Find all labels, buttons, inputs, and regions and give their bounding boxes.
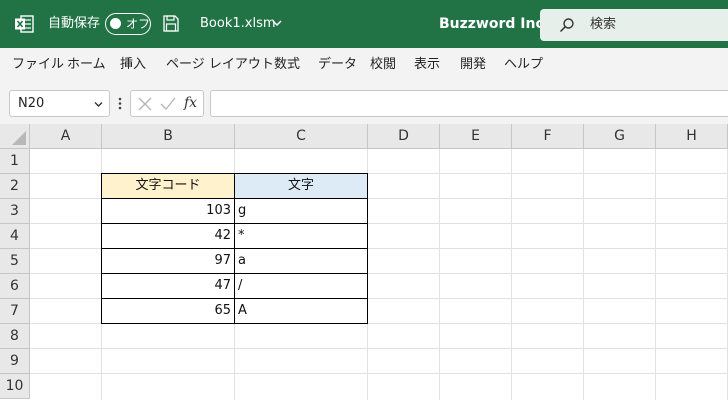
formula-buttons: fx xyxy=(130,90,204,117)
gridline xyxy=(583,149,584,400)
search-placeholder: 検索 xyxy=(590,17,617,32)
cell-c6[interactable]: / xyxy=(234,274,368,299)
autosave-toggle[interactable]: オフ xyxy=(105,13,151,35)
menu-home[interactable]: ホーム xyxy=(67,57,106,73)
cell-c5[interactable]: a xyxy=(234,249,368,274)
select-all-icon xyxy=(12,131,26,145)
column-header-e[interactable]: E xyxy=(440,124,512,149)
excel-icon[interactable] xyxy=(14,15,34,33)
menu-view[interactable]: 表示 xyxy=(414,57,440,73)
row-header-4[interactable]: 4 xyxy=(0,224,30,249)
cell-b5[interactable]: 97 xyxy=(101,249,235,274)
cell-b4[interactable]: 42 xyxy=(101,224,235,249)
name-box[interactable]: N20 xyxy=(9,90,110,117)
gridline xyxy=(511,149,512,400)
menu-data[interactable]: データ xyxy=(318,57,357,73)
formula-bar: N20 fx xyxy=(0,82,728,124)
column-header-h[interactable]: H xyxy=(656,124,728,149)
column-header-f[interactable]: F xyxy=(512,124,584,149)
menu-developer[interactable]: 開発 xyxy=(460,57,486,73)
search-icon xyxy=(559,18,574,33)
row-header-3[interactable]: 3 xyxy=(0,199,30,224)
column-header-c[interactable]: C xyxy=(235,124,368,149)
header-char[interactable]: 文字 xyxy=(234,173,368,199)
column-header-b[interactable]: B xyxy=(102,124,235,149)
chevron-down-icon[interactable] xyxy=(272,19,282,27)
menu-formulas[interactable]: 数式 xyxy=(274,57,300,73)
row-header-2[interactable]: 2 xyxy=(0,174,30,199)
search-box[interactable]: 検索 xyxy=(540,9,728,41)
toggle-knob xyxy=(110,18,121,29)
column-header-g[interactable]: G xyxy=(584,124,656,149)
insert-function-button[interactable]: fx xyxy=(184,93,197,113)
check-icon[interactable] xyxy=(160,97,176,111)
title-bar: 自動保存 オフ Book1.xlsm Buzzword Inc. 検索 xyxy=(0,0,728,48)
select-all-button[interactable] xyxy=(0,124,30,149)
menu-bar: ファイル ホーム 挿入 ページ レイアウト 数式 データ 校閲 表示 開発 ヘル… xyxy=(0,48,728,82)
cell-c3[interactable]: g xyxy=(234,199,368,224)
file-name[interactable]: Book1.xlsm xyxy=(200,15,276,33)
menu-insert[interactable]: 挿入 xyxy=(120,57,146,73)
row-header-8[interactable]: 8 xyxy=(0,324,30,349)
cancel-icon[interactable] xyxy=(138,97,152,111)
cell-c4[interactable]: * xyxy=(234,224,368,249)
menu-page-layout[interactable]: ページ レイアウト xyxy=(166,57,274,73)
row-header-5[interactable]: 5 xyxy=(0,249,30,274)
gridline xyxy=(30,373,728,374)
menu-file[interactable]: ファイル xyxy=(12,57,64,73)
chevron-down-icon[interactable] xyxy=(94,101,103,108)
gridline xyxy=(655,149,656,400)
cell-b6[interactable]: 47 xyxy=(101,274,235,299)
menu-help[interactable]: ヘルプ xyxy=(504,57,543,73)
row-header-6[interactable]: 6 xyxy=(0,274,30,299)
cell-c7[interactable]: A xyxy=(234,299,368,324)
cell-b3[interactable]: 103 xyxy=(101,199,235,224)
row-header-7[interactable]: 7 xyxy=(0,299,30,324)
more-vertical-icon[interactable] xyxy=(118,97,122,110)
gridline xyxy=(30,348,728,349)
name-box-value: N20 xyxy=(18,96,45,111)
cell-b7[interactable]: 65 xyxy=(101,299,235,324)
column-header-d[interactable]: D xyxy=(368,124,440,149)
autosave-label: 自動保存 xyxy=(48,16,101,31)
menu-review[interactable]: 校閲 xyxy=(370,57,396,73)
company-name: Buzzword Inc. xyxy=(439,16,550,32)
row-header-9[interactable]: 9 xyxy=(0,349,30,374)
formula-input[interactable] xyxy=(210,90,728,117)
header-char-code[interactable]: 文字コード xyxy=(101,173,235,199)
spreadsheet-grid: A B C D E F G H 1 2 3 4 5 6 7 8 9 10 文字コ… xyxy=(0,124,728,400)
column-header-a[interactable]: A xyxy=(30,124,102,149)
row-header-1[interactable]: 1 xyxy=(0,149,30,174)
gridline xyxy=(439,149,440,400)
save-icon[interactable] xyxy=(163,15,179,32)
autosave-state: オフ xyxy=(126,17,151,31)
row-header-10[interactable]: 10 xyxy=(0,374,30,399)
